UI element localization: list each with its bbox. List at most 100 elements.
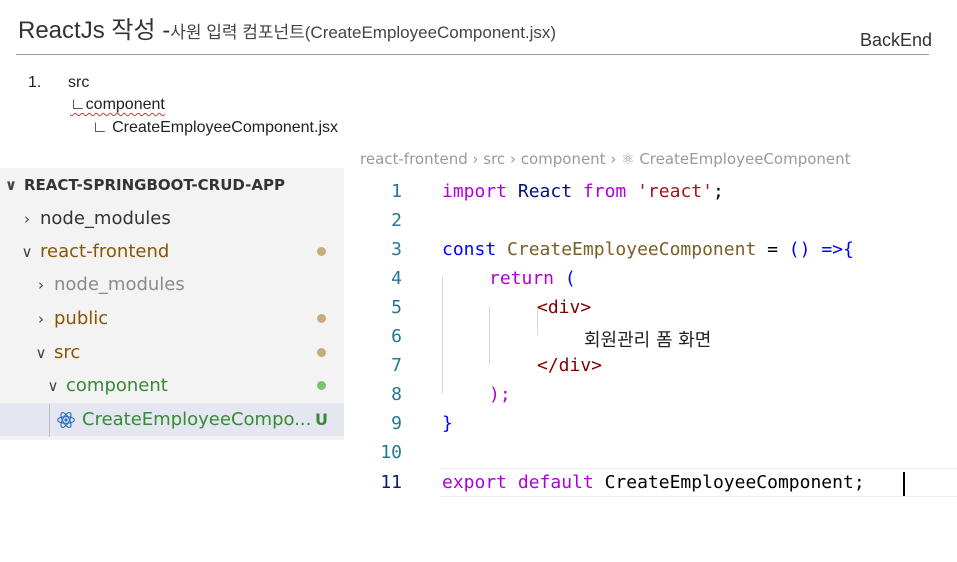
code-text: </div>	[537, 355, 602, 376]
file-explorer: ∨ REACT-SPRINGBOOT-CRUD-APP › node_modul…	[0, 168, 344, 440]
tree-item-create-employee-component[interactable]: CreateEmployeeCompo... U	[0, 403, 344, 436]
code-line: 5 <div>	[344, 293, 957, 322]
code-line: 10	[344, 438, 957, 467]
tree-item-node-modules[interactable]: › node_modules	[0, 202, 344, 235]
code-token: return	[489, 268, 555, 289]
code-text: export default CreateEmployeeComponent;	[442, 472, 865, 493]
outline-src: src	[68, 74, 90, 91]
untracked-dot-icon	[317, 381, 326, 390]
tree-item-frontend-node-modules[interactable]: › node_modules	[0, 268, 344, 301]
code-token: {	[843, 239, 854, 260]
code-token: React	[507, 181, 583, 202]
tree-item-label: node_modules	[54, 274, 185, 295]
code-text: return (	[489, 268, 576, 289]
code-line: 7 </div>	[344, 351, 957, 380]
code-line: 8 );	[344, 380, 957, 409]
chevron-right-icon: ›	[24, 209, 30, 228]
modified-dot-icon	[317, 247, 326, 256]
title-divider	[16, 54, 929, 55]
tree-item-src[interactable]: ∨ src	[0, 336, 344, 369]
outline-component-text: ∟component	[70, 96, 165, 113]
slide-title-main: ReactJs 작성 -	[18, 17, 171, 44]
slide-title-sub: 사원 입력 컴포넌트(CreateEmployeeComponent.jsx)	[170, 23, 557, 42]
code-token: 회원관리 폼 화면	[584, 330, 712, 351]
line-number: 10	[380, 442, 402, 463]
code-token: default	[517, 472, 594, 493]
editor-breadcrumb[interactable]: react-frontend › src › component › ⚛ Cre…	[360, 150, 851, 168]
tree-item-react-frontend[interactable]: ∨ react-frontend	[0, 235, 344, 268]
untracked-badge: U	[315, 410, 328, 429]
code-text: );	[489, 384, 511, 405]
code-token: ()	[788, 239, 811, 260]
code-text: const CreateEmployeeComponent = () =>{	[442, 239, 854, 260]
backend-label: BackEnd	[859, 30, 932, 50]
code-token: const	[442, 239, 497, 260]
code-token: (	[554, 268, 576, 289]
code-token: 'react'	[637, 181, 713, 202]
line-number: 2	[391, 210, 402, 231]
code-token: =>	[821, 239, 844, 260]
code-token: );	[489, 384, 511, 405]
line-number: 5	[391, 297, 402, 318]
tree-item-label: react-frontend	[40, 241, 170, 262]
slide-title: ReactJs 작성 -사원 입력 컴포넌트(CreateEmployeeCom…	[18, 10, 556, 45]
code-token: CreateEmployeeComponent;	[593, 472, 865, 493]
code-line: 6 회원관리 폼 화면	[344, 322, 957, 351]
tree-item-component[interactable]: ∨ component	[0, 369, 344, 402]
chevron-down-icon: ∨	[4, 176, 18, 194]
code-token: <div>	[537, 297, 592, 318]
react-icon	[57, 411, 75, 428]
code-token: =	[756, 239, 789, 260]
modified-dot-icon	[317, 348, 326, 357]
code-token: </div>	[537, 355, 603, 376]
text-cursor	[903, 472, 905, 496]
line-number: 3	[391, 239, 402, 260]
code-token: export	[442, 472, 508, 493]
code-line: 1 import React from 'react';	[344, 177, 957, 206]
tree-item-label: component	[66, 375, 168, 396]
code-line: 4 return (	[344, 264, 957, 293]
line-number: 7	[391, 355, 402, 376]
line-number: 1	[391, 181, 402, 202]
code-token: import	[442, 181, 508, 202]
code-text: }	[442, 413, 453, 434]
modified-dot-icon	[317, 314, 326, 323]
code-text: 회원관리 폼 화면	[584, 326, 711, 352]
code-line: 2	[344, 206, 957, 235]
chevron-right-icon: ›	[38, 309, 44, 328]
chevron-down-icon: ∨	[35, 343, 47, 362]
line-number: 9	[391, 413, 402, 434]
code-line: 9 }	[344, 409, 957, 438]
line-number: 6	[391, 326, 402, 347]
line-number: 8	[391, 384, 402, 405]
outline-number: 1.	[28, 74, 42, 91]
explorer-root-label: REACT-SPRINGBOOT-CRUD-APP	[24, 176, 285, 194]
code-text: import React from 'react';	[442, 181, 724, 202]
code-token: ;	[712, 181, 724, 202]
outline-file: ∟ CreateEmployeeComponent.jsx	[92, 119, 338, 136]
code-line: 11 export default CreateEmployeeComponen…	[344, 468, 957, 497]
chevron-down-icon: ∨	[21, 242, 33, 261]
code-token: }	[442, 413, 453, 434]
outline-component: ∟component	[70, 96, 165, 114]
indent-guide	[49, 404, 50, 437]
chevron-down-icon: ∨	[47, 376, 59, 395]
line-number: 11	[380, 472, 402, 493]
explorer-root-folder[interactable]: ∨ REACT-SPRINGBOOT-CRUD-APP	[0, 168, 344, 202]
chevron-right-icon: ›	[38, 275, 44, 294]
tree-item-public[interactable]: › public	[0, 302, 344, 335]
code-text: <div>	[537, 297, 591, 318]
tree-item-label: CreateEmployeeCompo...	[82, 409, 312, 430]
code-editor[interactable]: react-frontend › src › component › ⚛ Cre…	[344, 148, 957, 562]
tree-item-label: public	[54, 308, 109, 329]
code-token: from	[582, 181, 627, 202]
code-token: CreateEmployeeComponent	[507, 239, 757, 260]
line-number: 4	[391, 268, 402, 289]
tree-item-label: node_modules	[40, 208, 171, 229]
tree-item-label: src	[54, 342, 81, 363]
code-line: 3 const CreateEmployeeComponent = () =>{	[344, 235, 957, 264]
